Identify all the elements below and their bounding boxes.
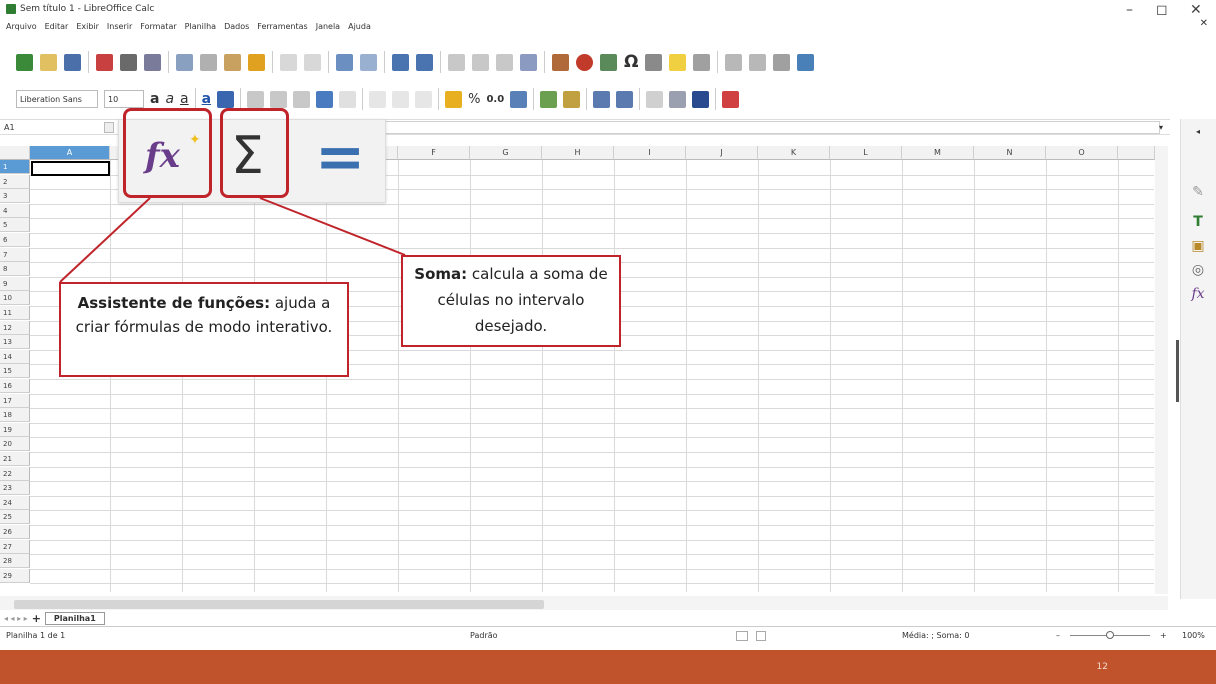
wizard-callout: Assistente de funções: ajuda a criar fór… — [59, 282, 349, 377]
selection-statistics: Média: ; Soma: 0 — [902, 631, 970, 640]
wizard-callout-title: Assistente de funções: — [77, 294, 271, 312]
sum-connector-line — [259, 197, 406, 256]
libreoffice-calc-window: Sem título 1 - LibreOffice Calc – ◻ ✕ Ar… — [0, 0, 1216, 684]
document-modified-icon[interactable] — [756, 631, 766, 641]
zoom-out-button[interactable]: – — [1056, 631, 1060, 640]
zoom-level[interactable]: 100% — [1182, 631, 1205, 640]
selection-mode-icon[interactable] — [736, 631, 748, 641]
sheet-tab-bar: ◂ ◂ ▸ ▸ + Planilha1 — [0, 610, 1216, 626]
zoom-in-button[interactable]: + — [1160, 631, 1167, 640]
sheet-tab-planilha1[interactable]: Planilha1 — [44, 611, 105, 625]
slide-footer-band: 12 — [0, 650, 1216, 684]
sheet-nav-arrows-icon[interactable]: ◂ ◂ ▸ ▸ — [4, 614, 28, 623]
slide-number: 12 — [1096, 662, 1108, 672]
sum-callout-title: Soma: — [414, 265, 468, 283]
sheet-count: Planilha 1 de 1 — [6, 631, 66, 640]
add-sheet-button[interactable]: + — [32, 612, 41, 625]
sum-callout: Soma: calcula a soma de células no inter… — [401, 255, 621, 347]
wizard-connector-line — [59, 197, 151, 283]
status-bar: Planilha 1 de 1 Padrão Média: ; Soma: 0 … — [0, 626, 1216, 644]
page-style: Padrão — [470, 631, 498, 640]
zoom-slider-thumb[interactable] — [1106, 631, 1114, 639]
